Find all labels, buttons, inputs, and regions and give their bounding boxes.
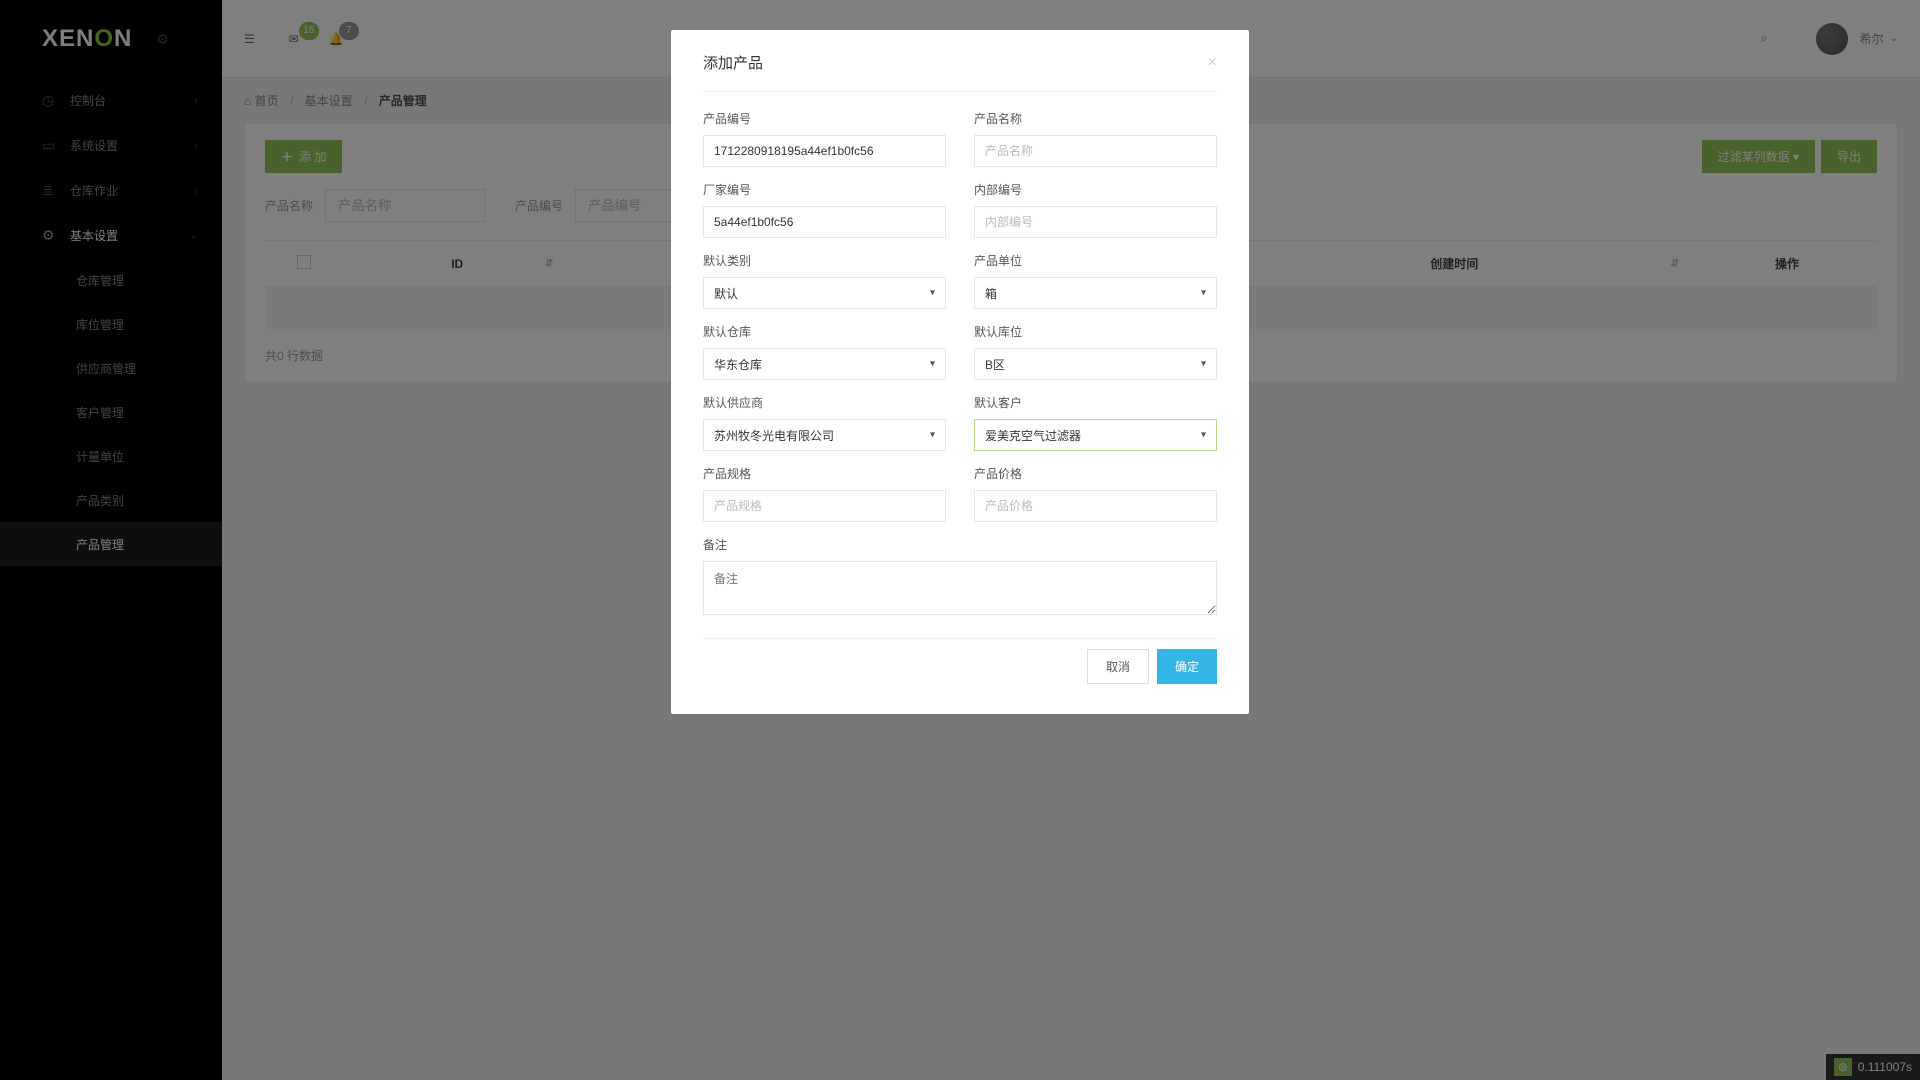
unit-select[interactable]: 箱 ▾ bbox=[974, 277, 1217, 309]
unit-value: 箱 bbox=[985, 285, 997, 302]
caret-down-icon: ▾ bbox=[930, 288, 935, 299]
category-value: 默认 bbox=[714, 285, 738, 302]
caret-down-icon: ▾ bbox=[1201, 359, 1206, 370]
category-label: 默认类别 bbox=[703, 252, 946, 269]
vendor-code-input[interactable] bbox=[703, 206, 946, 238]
supplier-select[interactable]: 苏州牧冬光电有限公司 ▾ bbox=[703, 419, 946, 451]
caret-down-icon: ▾ bbox=[930, 359, 935, 370]
modal-body: 产品编号 产品名称 厂家编号 内部编号 默认类别 默认 bbox=[671, 92, 1249, 638]
location-value: B区 bbox=[985, 356, 1005, 373]
customer-label: 默认客户 bbox=[974, 394, 1217, 411]
caret-down-icon: ▾ bbox=[930, 430, 935, 441]
warehouse-label: 默认仓库 bbox=[703, 323, 946, 340]
warehouse-select[interactable]: 华东仓库 ▾ bbox=[703, 348, 946, 380]
confirm-button[interactable]: 确定 bbox=[1157, 649, 1217, 684]
modal-title: 添加产品 bbox=[703, 52, 763, 73]
supplier-label: 默认供应商 bbox=[703, 394, 946, 411]
warehouse-value: 华东仓库 bbox=[714, 356, 762, 373]
supplier-value: 苏州牧冬光电有限公司 bbox=[714, 427, 834, 444]
location-select[interactable]: B区 ▾ bbox=[974, 348, 1217, 380]
product-code-label: 产品编号 bbox=[703, 110, 946, 127]
unit-label: 产品单位 bbox=[974, 252, 1217, 269]
internal-code-input[interactable] bbox=[974, 206, 1217, 238]
product-name-input[interactable] bbox=[974, 135, 1217, 167]
customer-select[interactable]: 爱美克空气过滤器 ▾ bbox=[974, 419, 1217, 451]
spec-label: 产品规格 bbox=[703, 465, 946, 482]
spec-input[interactable] bbox=[703, 490, 946, 522]
category-select[interactable]: 默认 ▾ bbox=[703, 277, 946, 309]
close-icon[interactable]: × bbox=[1208, 54, 1217, 72]
modal-header: 添加产品 × bbox=[671, 30, 1249, 79]
confirm-label: 确定 bbox=[1175, 660, 1199, 674]
price-label: 产品价格 bbox=[974, 465, 1217, 482]
location-label: 默认库位 bbox=[974, 323, 1217, 340]
remark-label: 备注 bbox=[703, 536, 1217, 553]
internal-code-label: 内部编号 bbox=[974, 181, 1217, 198]
remark-textarea[interactable] bbox=[703, 561, 1217, 615]
caret-down-icon: ▾ bbox=[1201, 430, 1206, 441]
product-code-input[interactable] bbox=[703, 135, 946, 167]
caret-down-icon: ▾ bbox=[1201, 288, 1206, 299]
modal-footer: 取消 确定 bbox=[671, 639, 1249, 714]
price-input[interactable] bbox=[974, 490, 1217, 522]
customer-value: 爱美克空气过滤器 bbox=[985, 427, 1081, 444]
cancel-label: 取消 bbox=[1106, 660, 1130, 674]
cancel-button[interactable]: 取消 bbox=[1087, 649, 1149, 684]
vendor-code-label: 厂家编号 bbox=[703, 181, 946, 198]
product-name-label: 产品名称 bbox=[974, 110, 1217, 127]
add-product-modal: 添加产品 × 产品编号 产品名称 厂家编号 内部编号 bbox=[671, 30, 1249, 714]
